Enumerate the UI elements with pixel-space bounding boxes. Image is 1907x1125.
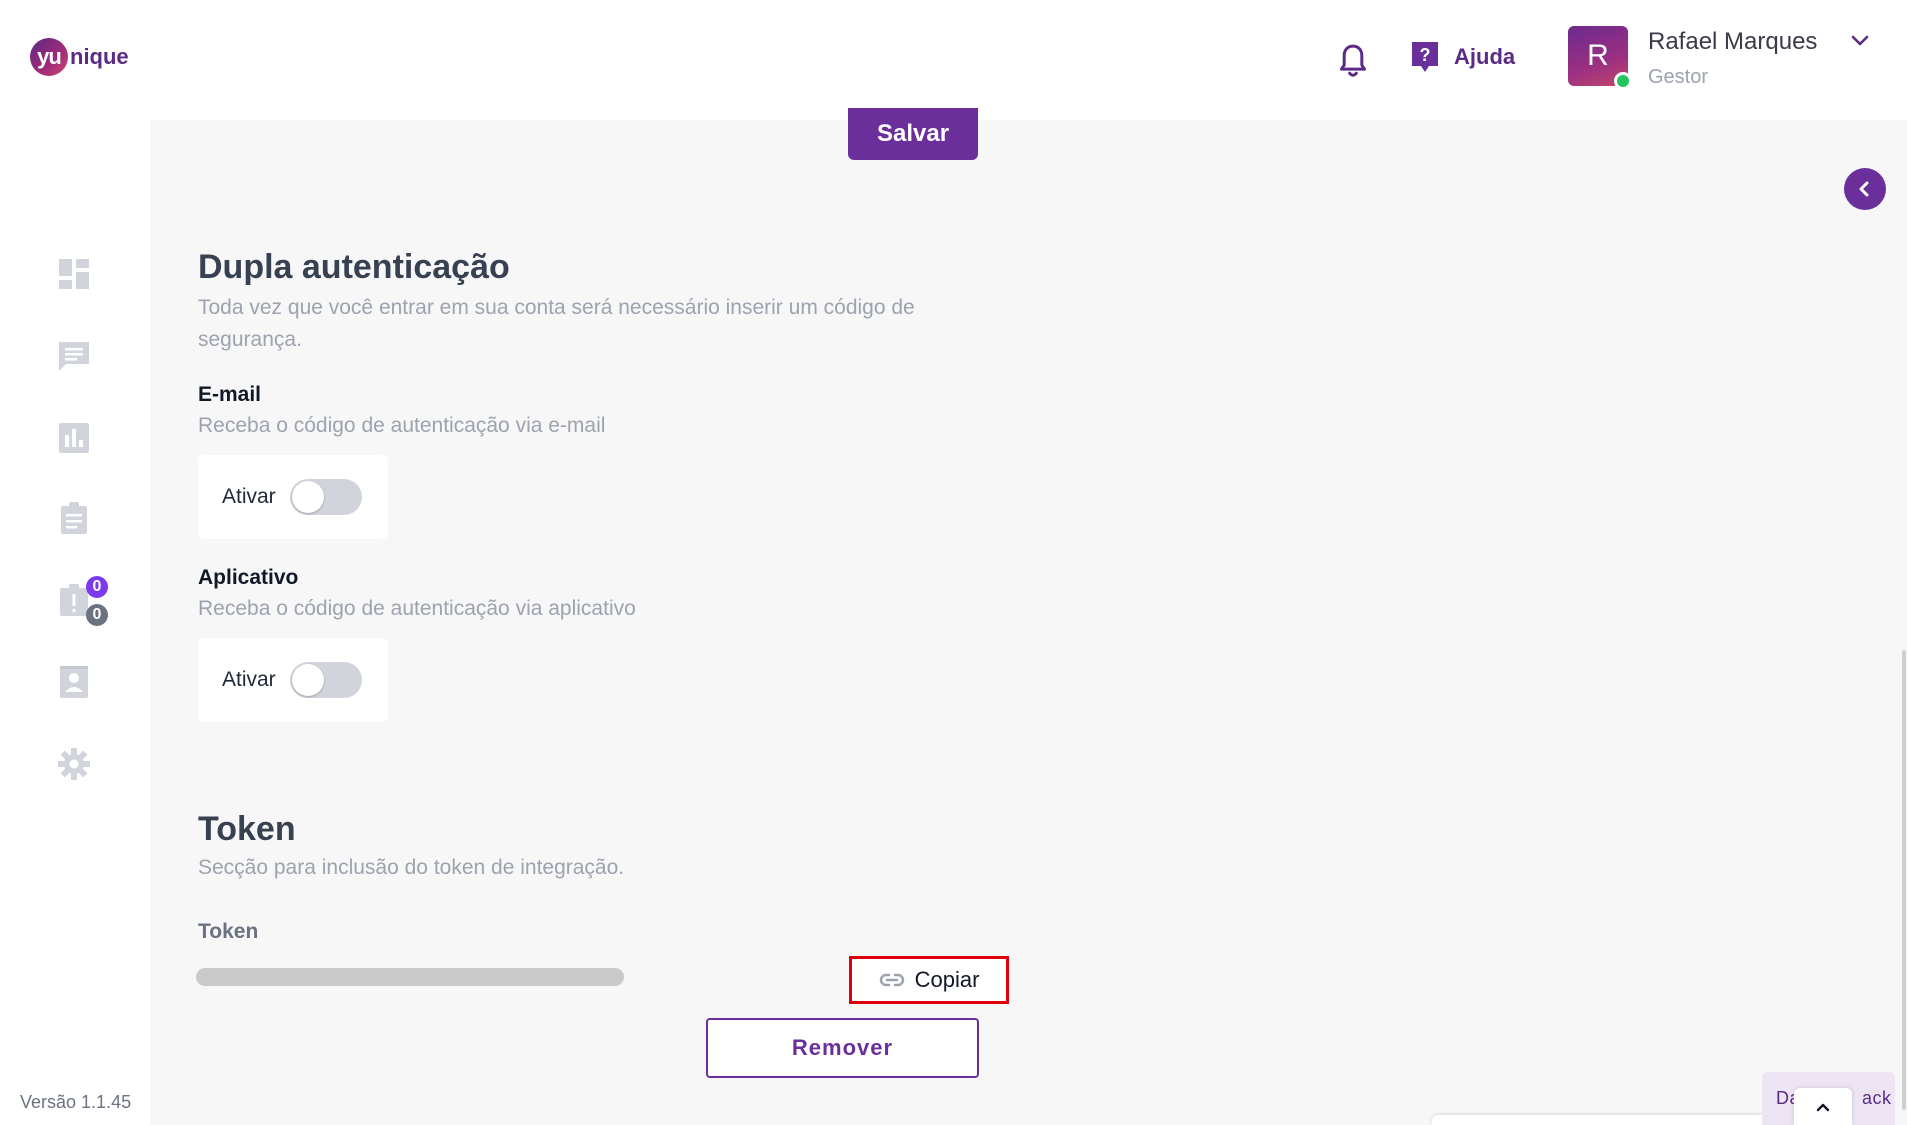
copy-label: Copiar xyxy=(914,967,980,992)
chevron-down-icon[interactable] xyxy=(1850,34,1870,48)
chevron-up-icon xyxy=(1816,1103,1830,1111)
email-description: Receba o código de autenticação via e-ma… xyxy=(198,414,606,437)
top-header: yu nique ? Ajuda R Rafael Marques Gestor xyxy=(0,0,1907,120)
bell-icon[interactable] xyxy=(1336,42,1370,80)
bar-chart-icon[interactable] xyxy=(56,420,92,456)
token-description: Secção para inclusão do token de integra… xyxy=(198,856,625,879)
logo-mark: yu xyxy=(30,38,68,76)
app-label: Aplicativo xyxy=(198,566,299,589)
avatar: R xyxy=(1568,26,1632,90)
app-2fa-toggle[interactable] xyxy=(289,662,362,698)
app-toggle-label: Ativar xyxy=(222,668,276,691)
email-toggle-label: Ativar xyxy=(222,485,276,508)
logo-text: nique xyxy=(70,44,129,69)
two-factor-title: Dupla autenticação xyxy=(198,248,510,286)
pending-badge: 0 xyxy=(86,604,108,626)
feedback-label-right: ack xyxy=(1862,1088,1892,1108)
user-role: Gestor xyxy=(1648,66,1709,88)
svg-text:?: ? xyxy=(1420,45,1431,65)
remove-token-button[interactable]: Remover xyxy=(706,1018,979,1078)
email-label: E-mail xyxy=(198,383,262,406)
user-menu[interactable]: R Rafael Marques Gestor xyxy=(1568,26,1818,90)
online-status-dot xyxy=(1614,72,1632,90)
link-icon xyxy=(879,973,904,987)
app-version: Versão 1.1.45 xyxy=(20,1092,132,1112)
token-input-masked[interactable] xyxy=(196,968,624,986)
toggle-knob xyxy=(291,664,324,696)
help-label: Ajuda xyxy=(1454,44,1516,69)
app-description: Receba o código de autenticação via apli… xyxy=(198,597,636,620)
dashboard-icon[interactable] xyxy=(56,256,92,292)
avatar-initial: R xyxy=(1587,39,1609,72)
email-2fa-toggle[interactable] xyxy=(289,479,362,515)
notification-badge: 0 xyxy=(86,576,108,598)
contact-card-icon[interactable] xyxy=(56,664,92,700)
chat-icon[interactable] xyxy=(56,338,92,374)
clipboard-icon[interactable] xyxy=(56,500,92,536)
save-button[interactable]: Salvar xyxy=(848,108,978,160)
scroll-to-top-button[interactable] xyxy=(1794,1088,1852,1125)
collapse-panel-button[interactable] xyxy=(1844,168,1886,210)
gear-icon[interactable] xyxy=(56,746,92,782)
user-name: Rafael Marques xyxy=(1648,28,1818,55)
toggle-knob xyxy=(291,481,324,513)
help-icon: ? xyxy=(1412,42,1438,72)
token-field-label: Token xyxy=(198,920,259,943)
help-button[interactable]: ? Ajuda xyxy=(1410,40,1515,74)
logo[interactable]: yu nique xyxy=(30,38,129,76)
two-factor-description: Toda vez que você entrar em sua conta se… xyxy=(198,296,915,351)
app-toggle-card: Ativar xyxy=(198,638,388,722)
copy-token-button[interactable]: Copiar xyxy=(849,956,1009,1004)
scrollbar[interactable] xyxy=(1902,650,1906,1110)
email-toggle-card: Ativar xyxy=(198,455,388,539)
chevron-left-icon xyxy=(1859,181,1869,197)
token-title: Token xyxy=(198,810,296,848)
